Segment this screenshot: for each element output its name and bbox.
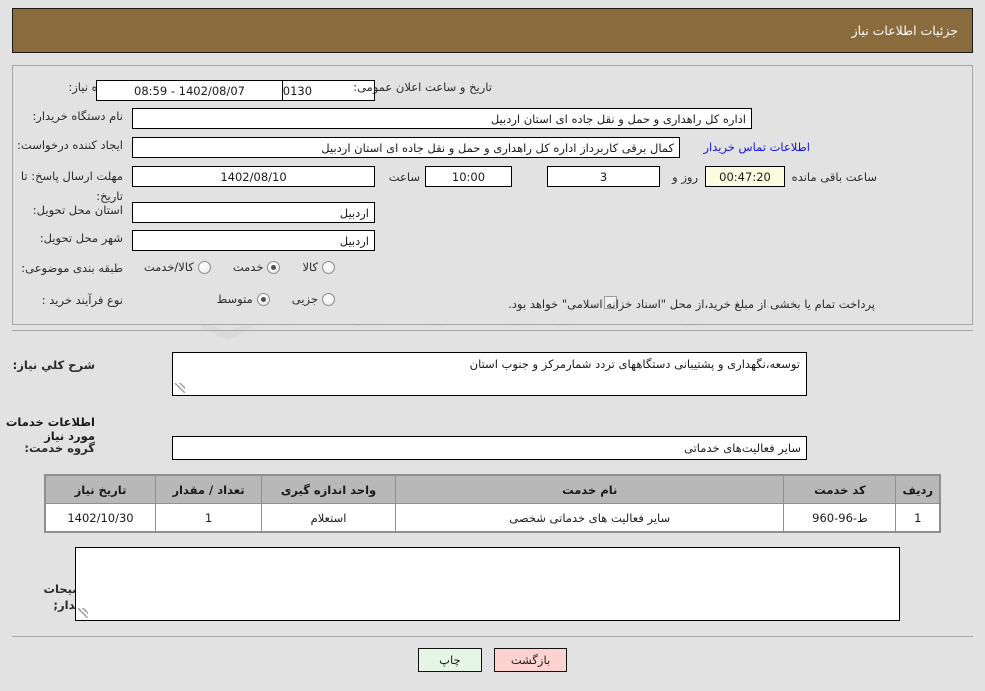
deadline-label-row: مهلت ارسال پاسخ: تا تاریخ: (3, 165, 123, 204)
service-group-field[interactable]: سایر فعالیت‌های خدماتی (172, 436, 807, 460)
col-need-date: تاریخ نیاز (45, 475, 156, 504)
buyer-org-label: نام دستگاه خریدار: (32, 109, 123, 123)
table-header-row: ردیف کد خدمت نام خدمت واحد اندازه گیری ت… (45, 475, 940, 504)
col-row-no: ردیف (895, 475, 940, 504)
cell-quantity: 1 (155, 503, 262, 532)
category-radio-khedmat[interactable]: خدمت (233, 260, 281, 274)
divider-bottom (12, 636, 973, 637)
process-radio-label: متوسط (216, 292, 253, 306)
days-and-label: روز و (672, 170, 698, 184)
province-label: استان محل تحویل: (32, 203, 123, 217)
cell-service-code: ط-96-960 (783, 503, 897, 532)
announce-datetime-label-row: تاریخ و ساعت اعلان عمومی: (353, 80, 492, 96)
col-service-code: کد خدمت (783, 475, 897, 504)
category-radio-group: کالا خدمت کالا/خدمت (144, 260, 335, 274)
process-radio-group: جزیی متوسط (217, 292, 335, 306)
cell-need-date: 1402/10/30 (45, 503, 156, 532)
deadline-time-field[interactable]: 10:00 (425, 166, 512, 187)
city-label-row: شهر محل تحویل: (40, 231, 123, 247)
requester-field[interactable]: کمال برقی کاربرداز اداره کل راهداری و حم… (132, 137, 680, 158)
hour-label: ساعت (388, 170, 420, 184)
service-group-label: گروه خدمت: (24, 441, 95, 455)
col-service-name: نام خدمت (394, 475, 785, 504)
process-radio-motavasset[interactable]: متوسط (217, 292, 270, 306)
process-label-row: نوع فرآیند خرید : (42, 293, 123, 309)
divider-top (12, 330, 973, 331)
page-root: جزئیات اطلاعات نیاز AriaTender.net شماره… (0, 0, 985, 691)
cell-row-no: 1 (895, 503, 940, 532)
category-radio-kala[interactable]: کالا (302, 260, 335, 274)
deadline-date-field[interactable]: 1402/08/10 (132, 166, 375, 187)
category-label-row: طبقه بندی موضوعی: (21, 261, 123, 277)
buyer-org-field[interactable]: اداره کل راهداری و حمل و نقل جاده ای است… (132, 108, 752, 129)
description-label: شرح کلي نیاز: (12, 358, 95, 372)
cell-service-name: سایر فعالیت های خدماتی شخصی (394, 503, 785, 532)
process-radio-jozii[interactable]: جزیی (292, 292, 335, 306)
announce-datetime-label: تاریخ و ساعت اعلان عمومی: (353, 80, 492, 94)
back-button[interactable]: بازگشت (493, 648, 568, 672)
services-table: ردیف کد خدمت نام خدمت واحد اندازه گیری ت… (45, 475, 940, 532)
radio-indicator (197, 260, 211, 274)
col-unit: واحد اندازه گیری (261, 475, 396, 504)
col-quantity: تعداد / مقدار (155, 475, 262, 504)
buyer-notes-textarea[interactable] (75, 547, 900, 621)
services-table-wrap: ردیف کد خدمت نام خدمت واحد اندازه گیری ت… (44, 474, 941, 533)
process-radio-label: جزیی (291, 292, 318, 306)
province-label-row: استان محل تحویل: (33, 203, 123, 219)
radio-indicator (267, 260, 281, 274)
radio-indicator (256, 292, 270, 306)
category-radio-label: کالا (302, 260, 318, 274)
page-header: جزئیات اطلاعات نیاز (12, 8, 973, 53)
requester-label: ایجاد کننده درخواست: (17, 138, 123, 152)
province-field[interactable]: اردبیل (132, 202, 375, 223)
treasury-note: پرداخت تمام یا بخشی از مبلغ خرید،از محل … (508, 297, 875, 311)
need-info-panel (12, 65, 973, 325)
buyer-org-label-row: نام دستگاه خریدار: (32, 109, 123, 125)
city-field[interactable]: اردبیل (132, 230, 375, 251)
category-radio-kala-khedmat[interactable]: کالا/خدمت (144, 260, 211, 274)
days-left-field: 3 (547, 166, 660, 187)
action-buttons: بازگشت چاپ (0, 648, 985, 672)
deadline-label: مهلت ارسال پاسخ: تا تاریخ: (20, 169, 123, 203)
services-section-heading: اطلاعات خدمات مورد نیاز (5, 415, 95, 443)
page-title: جزئیات اطلاعات نیاز (851, 23, 958, 38)
radio-indicator (322, 292, 335, 306)
announce-datetime-field[interactable]: 1402/08/07 - 08:59 (96, 80, 283, 101)
print-button[interactable]: چاپ (417, 648, 482, 672)
cell-unit: استعلام (261, 503, 396, 532)
buyer-contact-link[interactable]: اطلاعات تماس خریدار (703, 140, 810, 154)
table-row[interactable]: 1 ط-96-960 سایر فعالیت های خدماتی شخصی ا… (45, 503, 940, 532)
requester-label-row: ایجاد کننده درخواست: (17, 138, 123, 154)
hours-remaining-label: ساعت باقی مانده (791, 170, 877, 184)
radio-indicator (322, 260, 335, 274)
city-label: شهر محل تحویل: (39, 231, 123, 245)
category-label: طبقه بندی موضوعی: (21, 261, 123, 275)
process-label: نوع فرآیند خرید : (41, 293, 123, 307)
countdown-timer-field: 00:47:20 (705, 166, 785, 187)
description-textarea[interactable]: توسعه،نگهداری و پشتیبانی دستگاههای تردد … (172, 352, 807, 396)
category-radio-label: خدمت (232, 260, 264, 274)
category-radio-label: کالا/خدمت (143, 260, 194, 274)
